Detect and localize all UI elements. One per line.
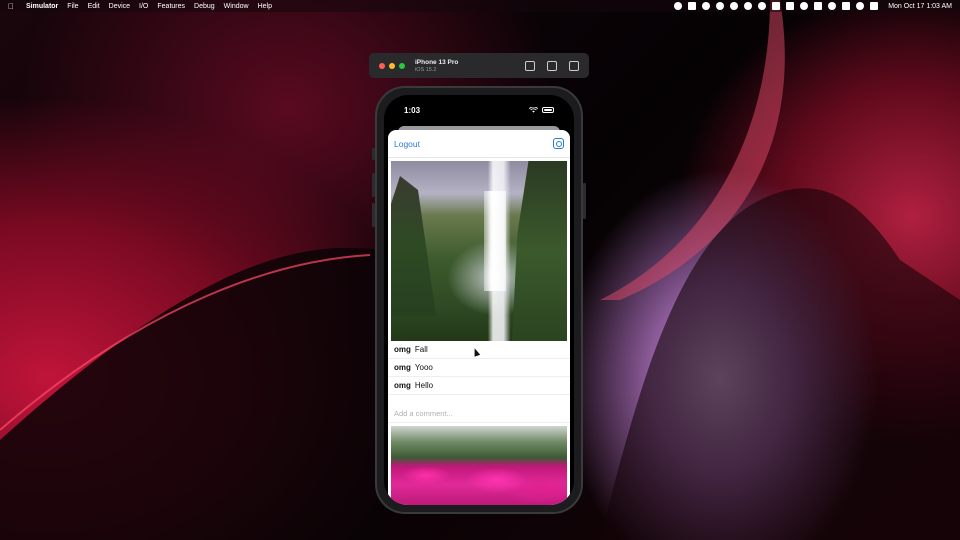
menu-io[interactable]: I/O [139, 3, 148, 10]
home-icon[interactable] [525, 60, 535, 71]
rotate-icon[interactable] [569, 60, 579, 71]
menu-features[interactable]: Features [157, 3, 185, 10]
iphone-frame: 1:03 Logout omg Fall omg Yooo omg Hello … [372, 86, 586, 514]
battery-icon [542, 107, 554, 113]
status-icon[interactable] [786, 2, 795, 10]
comment-row: omg Fall [388, 341, 570, 359]
menu-device[interactable]: Device [109, 3, 130, 10]
status-icon[interactable] [758, 2, 767, 10]
simulator-title: iPhone 13 Pro iOS 15.2 [415, 59, 458, 73]
menu-window[interactable]: Window [224, 3, 249, 10]
menu-help[interactable]: Help [258, 3, 272, 10]
control-center-icon[interactable] [870, 2, 879, 10]
flowers-photo[interactable] [391, 426, 567, 505]
phone-time: 1:03 [404, 105, 421, 115]
power-button [583, 183, 586, 219]
menu-debug[interactable]: Debug [194, 3, 215, 10]
menu-app-name[interactable]: Simulator [26, 3, 58, 10]
status-icon[interactable] [730, 2, 739, 10]
status-icon[interactable] [702, 2, 711, 10]
apple-icon[interactable]:  [8, 2, 16, 11]
status-area: Mon Oct 17 1:03 AM [674, 2, 952, 10]
status-icon[interactable] [744, 2, 753, 10]
screenshot-icon[interactable] [547, 60, 557, 71]
comment-user: omg [394, 381, 411, 390]
volume-down-button [372, 203, 375, 227]
comment-text: Hello [414, 381, 434, 390]
menu-edit[interactable]: Edit [88, 3, 100, 10]
status-icon[interactable] [674, 2, 683, 10]
simulator-tools [525, 60, 579, 71]
volume-up-button [372, 173, 375, 197]
status-icon[interactable] [800, 2, 809, 10]
comment-row: omg Yooo [388, 359, 570, 377]
menu-file[interactable]: File [67, 3, 78, 10]
zoom-window-button[interactable] [399, 62, 405, 69]
comment-row: omg Hello [388, 377, 570, 395]
status-icon[interactable] [828, 2, 837, 10]
simulator-toolbar[interactable]: iPhone 13 Pro iOS 15.2 [369, 53, 589, 78]
battery-icon[interactable] [842, 2, 851, 10]
comment-text: Fall [414, 345, 428, 354]
menu-clock[interactable]: Mon Oct 17 1:03 AM [888, 3, 952, 10]
wifi-icon [529, 107, 538, 113]
comment-user: omg [394, 363, 411, 372]
phone-screen: 1:03 Logout omg Fall omg Yooo omg Hello … [384, 95, 574, 505]
status-icon[interactable] [814, 2, 823, 10]
os-version: iOS 15.2 [415, 66, 437, 73]
device-name: iPhone 13 Pro [415, 58, 459, 66]
phone-status-bar: 1:03 [384, 95, 574, 125]
comment-input[interactable]: Add a comment... [388, 405, 570, 423]
feed-sheet: Logout omg Fall omg Yooo omg Hello Add a… [388, 130, 570, 505]
post-image[interactable] [391, 161, 567, 341]
status-icon[interactable] [772, 2, 781, 10]
close-window-button[interactable] [379, 62, 385, 69]
menu-bar:  Simulator File Edit Device I/O Feature… [0, 0, 960, 12]
search-icon[interactable] [856, 2, 865, 10]
comment-user: omg [394, 345, 411, 354]
status-icon[interactable] [688, 2, 697, 10]
mute-switch [372, 148, 375, 160]
status-icon[interactable] [716, 2, 725, 10]
comment-text: Yooo [414, 363, 433, 372]
camera-icon[interactable] [553, 138, 564, 149]
nav-bar: Logout [388, 130, 570, 158]
logout-button[interactable]: Logout [394, 139, 420, 149]
waterfall-photo [391, 161, 567, 341]
minimize-window-button[interactable] [389, 62, 395, 69]
